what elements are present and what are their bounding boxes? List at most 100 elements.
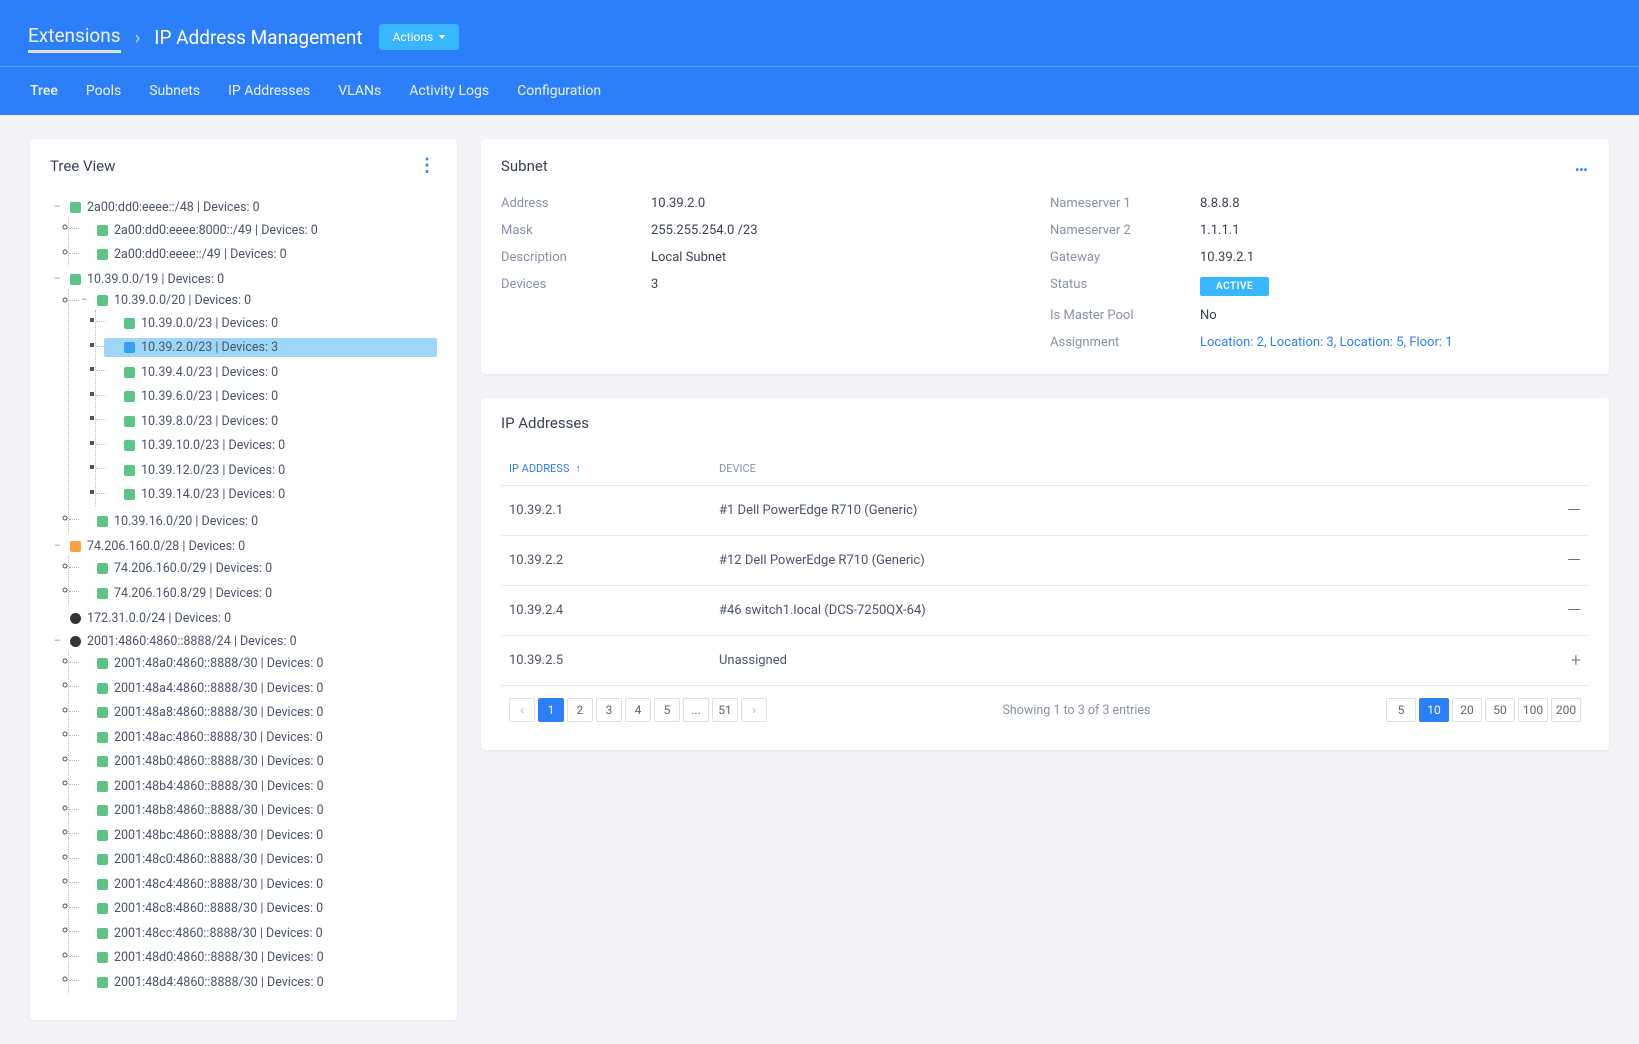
tree-node[interactable]: 2001:48bc:4860::8888/30 | Devices: 0 [77,826,437,845]
tree-node[interactable]: –2a00:dd0:eeee::/48 | Devices: 0 [50,198,437,217]
page-size[interactable]: 20 [1452,698,1482,722]
tree-node-label: 2001:48b8:4860::8888/30 | Devices: 0 [114,803,324,818]
green-subnet-icon [124,465,135,476]
nav-tabs: Tree Pools Subnets IP Addresses VLANs Activit… [0,67,1639,115]
unassign-button[interactable]: — [1541,550,1581,571]
tree-node[interactable]: 10.39.2.0/23 | Devices: 3 [104,338,437,357]
collapse-icon[interactable]: – [54,202,64,213]
tree-node[interactable]: –2001:4860:4860::8888/24 | Devices: 0 [50,632,437,651]
tree-node[interactable]: 74.206.160.8/29 | Devices: 0 [77,584,437,603]
pager-page[interactable]: 1 [538,698,564,722]
page-size[interactable]: 5 [1386,698,1416,722]
col-ip-header[interactable]: IP ADDRESS↑ [509,462,719,475]
tree-node-label: 10.39.4.0/23 | Devices: 0 [141,365,278,380]
ip-row[interactable]: 10.39.2.5Unassigned+ [501,636,1589,686]
tree-node[interactable]: 2a00:dd0:eeee:8000::/49 | Devices: 0 [77,221,437,240]
tree-node[interactable]: 10.39.16.0/20 | Devices: 0 [77,512,437,531]
tree-node[interactable]: 10.39.10.0/23 | Devices: 0 [104,436,437,455]
green-subnet-icon [70,274,81,285]
tree-node[interactable]: –74.206.160.0/28 | Devices: 0 [50,537,437,556]
col-device-header[interactable]: DEVICE [719,462,1541,475]
master-value: No [1200,308,1589,323]
green-subnet-icon [97,225,108,236]
page-size[interactable]: 50 [1485,698,1515,722]
collapse-icon[interactable]: – [81,295,91,306]
tree-node[interactable]: 2001:48b4:4860::8888/30 | Devices: 0 [77,777,437,796]
tab-vlans[interactable]: VLANs [338,67,381,115]
tree-node-label: 10.39.12.0/23 | Devices: 0 [141,463,285,478]
tree-node[interactable]: 2001:48ac:4860::8888/30 | Devices: 0 [77,728,437,747]
tree-node[interactable]: 10.39.4.0/23 | Devices: 0 [104,363,437,382]
tree-node[interactable]: 2001:48a0:4860::8888/30 | Devices: 0 [77,654,437,673]
tree-node[interactable]: 10.39.12.0/23 | Devices: 0 [104,461,437,480]
more-icon[interactable]: ⋮ [418,155,437,176]
ip-addresses-card: IP Addresses IP ADDRESS↑ DEVICE 10.39.2.… [481,398,1609,750]
pager-next[interactable]: › [741,698,767,722]
tab-ip-addresses[interactable]: IP Addresses [228,67,310,115]
green-subnet-icon [97,563,108,574]
tree-node-label: 2001:48b4:4860::8888/30 | Devices: 0 [114,779,324,794]
pager-info: Showing 1 to 3 of 3 entries [1002,703,1150,718]
ip-cell: 10.39.2.1 [509,503,719,518]
description-label: Description [501,250,641,265]
tree-node[interactable]: –10.39.0.0/20 | Devices: 0 [77,291,437,310]
tree-node[interactable]: 2001:48c0:4860::8888/30 | Devices: 0 [77,850,437,869]
breadcrumb-parent[interactable]: Extensions [28,24,121,53]
pager-page[interactable]: 5 [654,698,680,722]
tree-node[interactable]: 74.206.160.0/29 | Devices: 0 [77,559,437,578]
ip-row[interactable]: 10.39.2.4#46 switch1.local (DCS-7250QX-6… [501,586,1589,636]
tree-node[interactable]: 2001:48d4:4860::8888/30 | Devices: 0 [77,973,437,992]
tab-pools[interactable]: Pools [86,67,121,115]
tree-node[interactable]: 2001:48b8:4860::8888/30 | Devices: 0 [77,801,437,820]
tree-node[interactable]: 2001:48d0:4860::8888/30 | Devices: 0 [77,948,437,967]
unassign-button[interactable]: — [1541,600,1581,621]
tree-node[interactable]: 2001:48a8:4860::8888/30 | Devices: 0 [77,703,437,722]
tree-node[interactable]: 2001:48cc:4860::8888/30 | Devices: 0 [77,924,437,943]
tab-configuration[interactable]: Configuration [517,67,601,115]
collapse-icon[interactable]: – [54,636,64,647]
tree-node[interactable]: 2a00:dd0:eeee::/49 | Devices: 0 [77,245,437,264]
green-subnet-icon [97,516,108,527]
tree-node[interactable]: 172.31.0.0/24 | Devices: 0 [50,609,437,628]
tab-activity-logs[interactable]: Activity Logs [409,67,489,115]
mask-label: Mask [501,223,641,238]
ip-row[interactable]: 10.39.2.1#1 Dell PowerEdge R710 (Generic… [501,486,1589,536]
table-pager: ‹ 12345...51› Showing 1 to 3 of 3 entrie… [501,686,1589,726]
tree-node[interactable]: 2001:48c4:4860::8888/30 | Devices: 0 [77,875,437,894]
tree-node[interactable]: 2001:48b0:4860::8888/30 | Devices: 0 [77,752,437,771]
ip-row[interactable]: 10.39.2.2#12 Dell PowerEdge R710 (Generi… [501,536,1589,586]
tree-node[interactable]: 2001:48a4:4860::8888/30 | Devices: 0 [77,679,437,698]
tab-tree[interactable]: Tree [30,67,58,115]
tree-node[interactable]: 2001:48c8:4860::8888/30 | Devices: 0 [77,899,437,918]
assign-button[interactable]: + [1541,650,1581,671]
page-size[interactable]: 10 [1419,698,1449,722]
tree-node[interactable]: 10.39.8.0/23 | Devices: 0 [104,412,437,431]
dark-subnet-icon [70,636,81,647]
more-icon[interactable]: … [1575,155,1589,176]
unassign-button[interactable]: — [1541,500,1581,521]
assignment-link[interactable]: Location: 2, Location: 3, Location: 5, F… [1200,335,1453,350]
collapse-icon[interactable]: – [54,541,64,552]
tree-node[interactable]: 10.39.14.0/23 | Devices: 0 [104,485,437,504]
tree-node-label: 2001:48cc:4860::8888/30 | Devices: 0 [114,926,323,941]
green-subnet-icon [124,318,135,329]
device-cell: #1 Dell PowerEdge R710 (Generic) [719,503,1541,518]
collapse-icon[interactable]: – [54,274,64,285]
tree-node[interactable]: 10.39.0.0/23 | Devices: 0 [104,314,437,333]
page-size[interactable]: 100 [1518,698,1548,722]
tree-node-label: 10.39.0.0/23 | Devices: 0 [141,316,278,331]
pager-page[interactable]: 51 [712,698,738,722]
page-size[interactable]: 200 [1551,698,1581,722]
pager-page[interactable]: 2 [567,698,593,722]
ip-cell: 10.39.2.2 [509,553,719,568]
actions-button[interactable]: Actions [379,24,460,50]
pager-page[interactable]: ... [683,698,709,722]
tree-node[interactable]: 10.39.6.0/23 | Devices: 0 [104,387,437,406]
gateway-value: 10.39.2.1 [1200,250,1589,265]
tree-node-label: 2001:48c0:4860::8888/30 | Devices: 0 [114,852,323,867]
pager-page[interactable]: 3 [596,698,622,722]
tab-subnets[interactable]: Subnets [149,67,200,115]
pager-page[interactable]: 4 [625,698,651,722]
pager-prev[interactable]: ‹ [509,698,535,722]
tree-node[interactable]: –10.39.0.0/19 | Devices: 0 [50,270,437,289]
